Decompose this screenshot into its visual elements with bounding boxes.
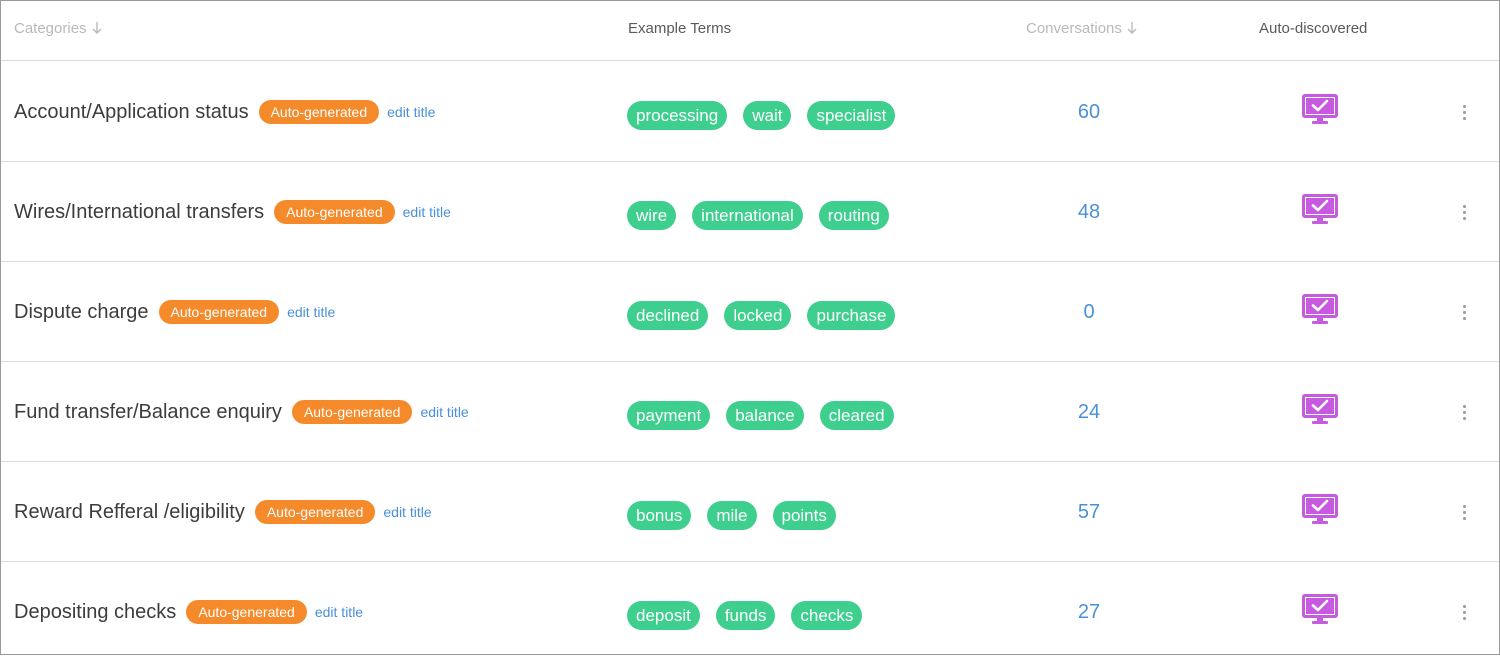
table-row: Reward Refferal /eligibility Auto-generat… [1,462,1499,562]
table-row: Dispute charge Auto-generated edit title de… [1,262,1499,362]
monitor-check-icon [1302,594,1338,626]
term-chip: deposit [627,601,700,630]
example-terms-cell: bonus mile points [627,501,836,530]
category-cell: Account/Application status Auto-generated… [14,100,435,124]
auto-generated-badge: Auto-generated [258,100,380,124]
edit-title-link[interactable]: edit title [383,504,431,520]
category-title: Reward Refferal /eligibility [14,501,245,523]
monitor-check-icon [1302,494,1338,526]
example-terms-cell: wire international routing [627,201,889,230]
auto-generated-badge: Auto-generated [254,500,376,524]
kebab-menu-icon[interactable] [1455,302,1473,322]
auto-generated-badge: Auto-generated [291,400,413,424]
column-header-categories[interactable]: Categories [14,20,103,38]
example-terms-cell: payment balance cleared [627,401,894,430]
monitor-check-icon [1302,294,1338,326]
table-row: Fund transfer/Balance enquiry Auto-genera… [1,362,1499,462]
term-chip: processing [627,101,728,130]
kebab-menu-icon[interactable] [1455,502,1473,522]
term-chip: specialist [807,101,896,130]
conversations-count[interactable]: 60 [1041,100,1137,124]
edit-title-link[interactable]: edit title [403,204,451,220]
column-header-conversations[interactable]: Conversations [1026,20,1138,38]
auto-generated-badge: Auto-generated [186,600,307,624]
table-row: Depositing checks Auto-generated edit titl… [1,562,1499,662]
term-chip: mile [707,501,757,530]
term-chip: checks [791,601,863,630]
edit-title-link[interactable]: edit title [420,404,468,420]
edit-title-link[interactable]: edit title [287,304,335,320]
column-header-categories-label: Categories [14,20,87,37]
term-chip: wait [743,101,792,130]
term-chip: funds [715,601,776,630]
table-row: Account/Application status Auto-generated… [1,62,1499,162]
term-chip: points [772,501,836,530]
term-chip: routing [818,201,889,230]
term-chip: wire [627,201,677,230]
conversations-count[interactable]: 27 [1041,600,1137,624]
term-chip: purchase [807,301,896,330]
monitor-check-icon [1302,94,1338,126]
kebab-menu-icon[interactable] [1455,602,1473,622]
example-terms-cell: declined locked purchase [627,301,896,330]
category-title: Depositing checks [14,601,177,623]
conversations-count[interactable]: 0 [1041,300,1137,324]
conversations-count[interactable]: 48 [1041,200,1137,224]
kebab-menu-icon[interactable] [1455,202,1473,222]
column-header-example-terms: Example Terms [628,20,732,37]
monitor-check-icon [1302,194,1338,226]
category-title: Account/Application status [14,101,249,123]
auto-generated-badge: Auto-generated [158,300,280,324]
term-chip: bonus [627,501,692,530]
edit-title-link[interactable]: edit title [387,104,435,120]
auto-generated-badge: Auto-generated [274,200,395,224]
table-row: Wires/International transfers Auto-genera… [1,162,1499,262]
example-terms-cell: deposit funds checks [627,601,863,630]
term-chip: payment [627,401,711,430]
category-cell: Reward Refferal /eligibility Auto-generat… [14,500,432,524]
category-title: Fund transfer/Balance enquiry [14,401,282,423]
column-header-conversations-label: Conversations [1026,20,1122,37]
term-chip: balance [726,401,804,430]
example-terms-cell: processing wait specialist [627,101,896,130]
table-header: Categories Example Terms Conversations A… [1,1,1499,61]
kebab-menu-icon[interactable] [1455,402,1473,422]
category-cell: Fund transfer/Balance enquiry Auto-genera… [14,400,469,424]
kebab-menu-icon[interactable] [1455,102,1473,122]
column-header-auto-discovered: Auto-discovered [1259,20,1368,37]
edit-title-link[interactable]: edit title [315,604,363,620]
term-chip: cleared [819,401,894,430]
arrow-down-icon [1127,22,1137,34]
monitor-check-icon [1302,394,1338,426]
categories-table: Categories Example Terms Conversations A… [0,0,1500,655]
term-chip: locked [724,301,792,330]
conversations-count[interactable]: 57 [1041,500,1137,524]
category-title: Dispute charge [14,301,149,323]
term-chip: international [692,201,803,230]
arrow-down-icon [92,22,102,34]
category-cell: Dispute charge Auto-generated edit title [14,300,335,324]
category-cell: Depositing checks Auto-generated edit titl… [14,600,363,624]
category-title: Wires/International transfers [14,201,265,223]
term-chip: declined [627,301,709,330]
category-cell: Wires/International transfers Auto-genera… [14,200,451,224]
conversations-count[interactable]: 24 [1041,400,1137,424]
